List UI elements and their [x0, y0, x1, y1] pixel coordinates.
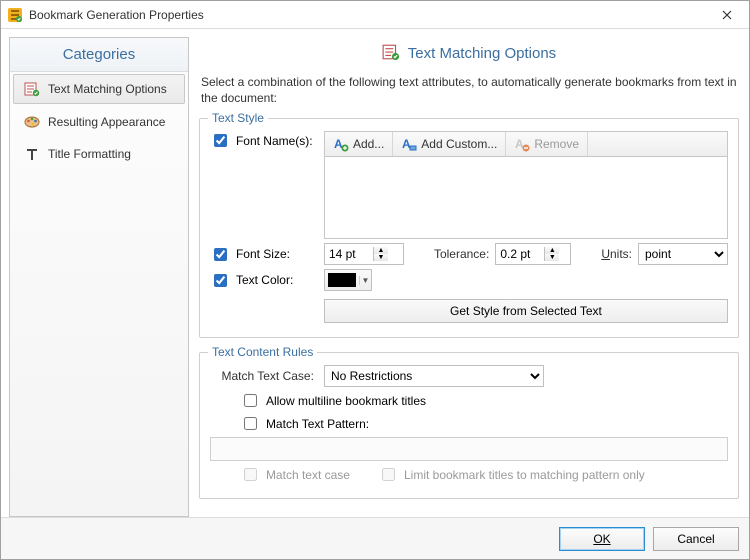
color-swatch: [328, 273, 356, 287]
category-label: Title Formatting: [48, 147, 131, 161]
close-button[interactable]: [705, 1, 749, 28]
font-size-label: Font Size:: [236, 247, 290, 261]
main-header-icon: [382, 43, 400, 64]
limit-titles-label: Limit bookmark titles to matching patter…: [404, 468, 645, 482]
spin-up[interactable]: ▲: [545, 247, 559, 254]
text-color-label: Text Color:: [236, 273, 293, 287]
window-title: Bookmark Generation Properties: [29, 8, 705, 22]
text-style-group: Text Style Font Name(s): A Add...: [199, 118, 739, 338]
font-size-spinner[interactable]: ▲▼: [324, 243, 404, 265]
match-text-case-label: Match Text Case:: [210, 369, 318, 383]
dialog-footer: OK Cancel: [1, 517, 749, 559]
categories-sidebar: Categories Text Matching Options Resulti…: [9, 37, 189, 517]
text-color-checkbox[interactable]: Text Color:: [210, 271, 318, 290]
spin-down[interactable]: ▼: [374, 254, 388, 261]
match-pattern-check-input[interactable]: [244, 417, 257, 430]
text-matching-icon: [24, 81, 40, 97]
tolerance-input[interactable]: [496, 244, 544, 264]
add-custom-font-label: Add Custom...: [421, 137, 497, 151]
dialog-body: Categories Text Matching Options Resulti…: [1, 29, 749, 517]
font-names-label: Font Name(s):: [236, 134, 313, 148]
match-pattern-checkbox[interactable]: Match Text Pattern:: [240, 414, 369, 433]
font-names-checkbox[interactable]: Font Name(s):: [210, 131, 318, 150]
appearance-icon: [24, 114, 40, 130]
match-text-case-sub-input: [244, 468, 257, 481]
dialog-window: Bookmark Generation Properties Categorie…: [0, 0, 750, 560]
add-custom-font-icon: A: [401, 136, 417, 152]
add-custom-font-button[interactable]: A Add Custom...: [393, 132, 506, 156]
content-rules-legend: Text Content Rules: [208, 345, 317, 359]
font-names-check-input[interactable]: [214, 134, 227, 147]
match-text-case-sub-checkbox: Match text case: [240, 465, 350, 484]
category-resulting-appearance[interactable]: Resulting Appearance: [14, 108, 184, 136]
add-font-label: Add...: [353, 137, 384, 151]
category-label: Text Matching Options: [48, 82, 167, 96]
remove-font-label: Remove: [534, 137, 579, 151]
units-select[interactable]: point: [638, 243, 728, 265]
sidebar-header: Categories: [10, 38, 188, 72]
main-header: Text Matching Options: [197, 37, 741, 74]
font-toolbar: A Add... A Add Custom... A Remove: [324, 131, 728, 157]
ok-button[interactable]: OK: [559, 527, 645, 551]
font-names-listbox[interactable]: [324, 157, 728, 239]
add-font-button[interactable]: A Add...: [325, 132, 393, 156]
font-size-checkbox[interactable]: Font Size:: [210, 245, 318, 264]
allow-multiline-check-input[interactable]: [244, 394, 257, 407]
match-text-case-select[interactable]: No Restrictions: [324, 365, 544, 387]
spin-up[interactable]: ▲: [374, 247, 388, 254]
text-style-legend: Text Style: [208, 111, 268, 125]
text-content-rules-group: Text Content Rules Match Text Case: No R…: [199, 352, 739, 499]
tolerance-spinner[interactable]: ▲▼: [495, 243, 571, 265]
main-panel: Text Matching Options Select a combinati…: [197, 37, 741, 517]
main-heading: Text Matching Options: [408, 45, 556, 62]
add-font-icon: A: [333, 136, 349, 152]
cancel-button[interactable]: Cancel: [653, 527, 739, 551]
allow-multiline-checkbox[interactable]: Allow multiline bookmark titles: [240, 391, 426, 410]
get-style-button[interactable]: Get Style from Selected Text: [324, 299, 728, 323]
category-title-formatting[interactable]: Title Formatting: [14, 140, 184, 168]
spin-down[interactable]: ▼: [545, 254, 559, 261]
limit-titles-checkbox: Limit bookmark titles to matching patter…: [378, 465, 645, 484]
category-label: Resulting Appearance: [48, 115, 165, 129]
units-label: Units:: [601, 247, 632, 261]
titlebar: Bookmark Generation Properties: [1, 1, 749, 29]
category-text-matching[interactable]: Text Matching Options: [13, 74, 185, 104]
main-description: Select a combination of the following te…: [197, 74, 741, 114]
close-icon: [722, 10, 732, 20]
font-size-check-input[interactable]: [214, 248, 227, 261]
tolerance-label: Tolerance:: [434, 247, 489, 261]
match-pattern-label: Match Text Pattern:: [266, 417, 369, 431]
limit-titles-input: [382, 468, 395, 481]
text-color-button[interactable]: ▼: [324, 269, 372, 291]
allow-multiline-label: Allow multiline bookmark titles: [266, 394, 426, 408]
font-size-input[interactable]: [325, 244, 373, 264]
chevron-down-icon: ▼: [359, 276, 371, 285]
text-color-check-input[interactable]: [214, 274, 227, 287]
pattern-input: [210, 437, 728, 461]
remove-font-button: A Remove: [506, 132, 588, 156]
match-text-case-sub-label: Match text case: [266, 468, 350, 482]
app-icon: [7, 7, 23, 23]
title-formatting-icon: [24, 146, 40, 162]
remove-font-icon: A: [514, 136, 530, 152]
